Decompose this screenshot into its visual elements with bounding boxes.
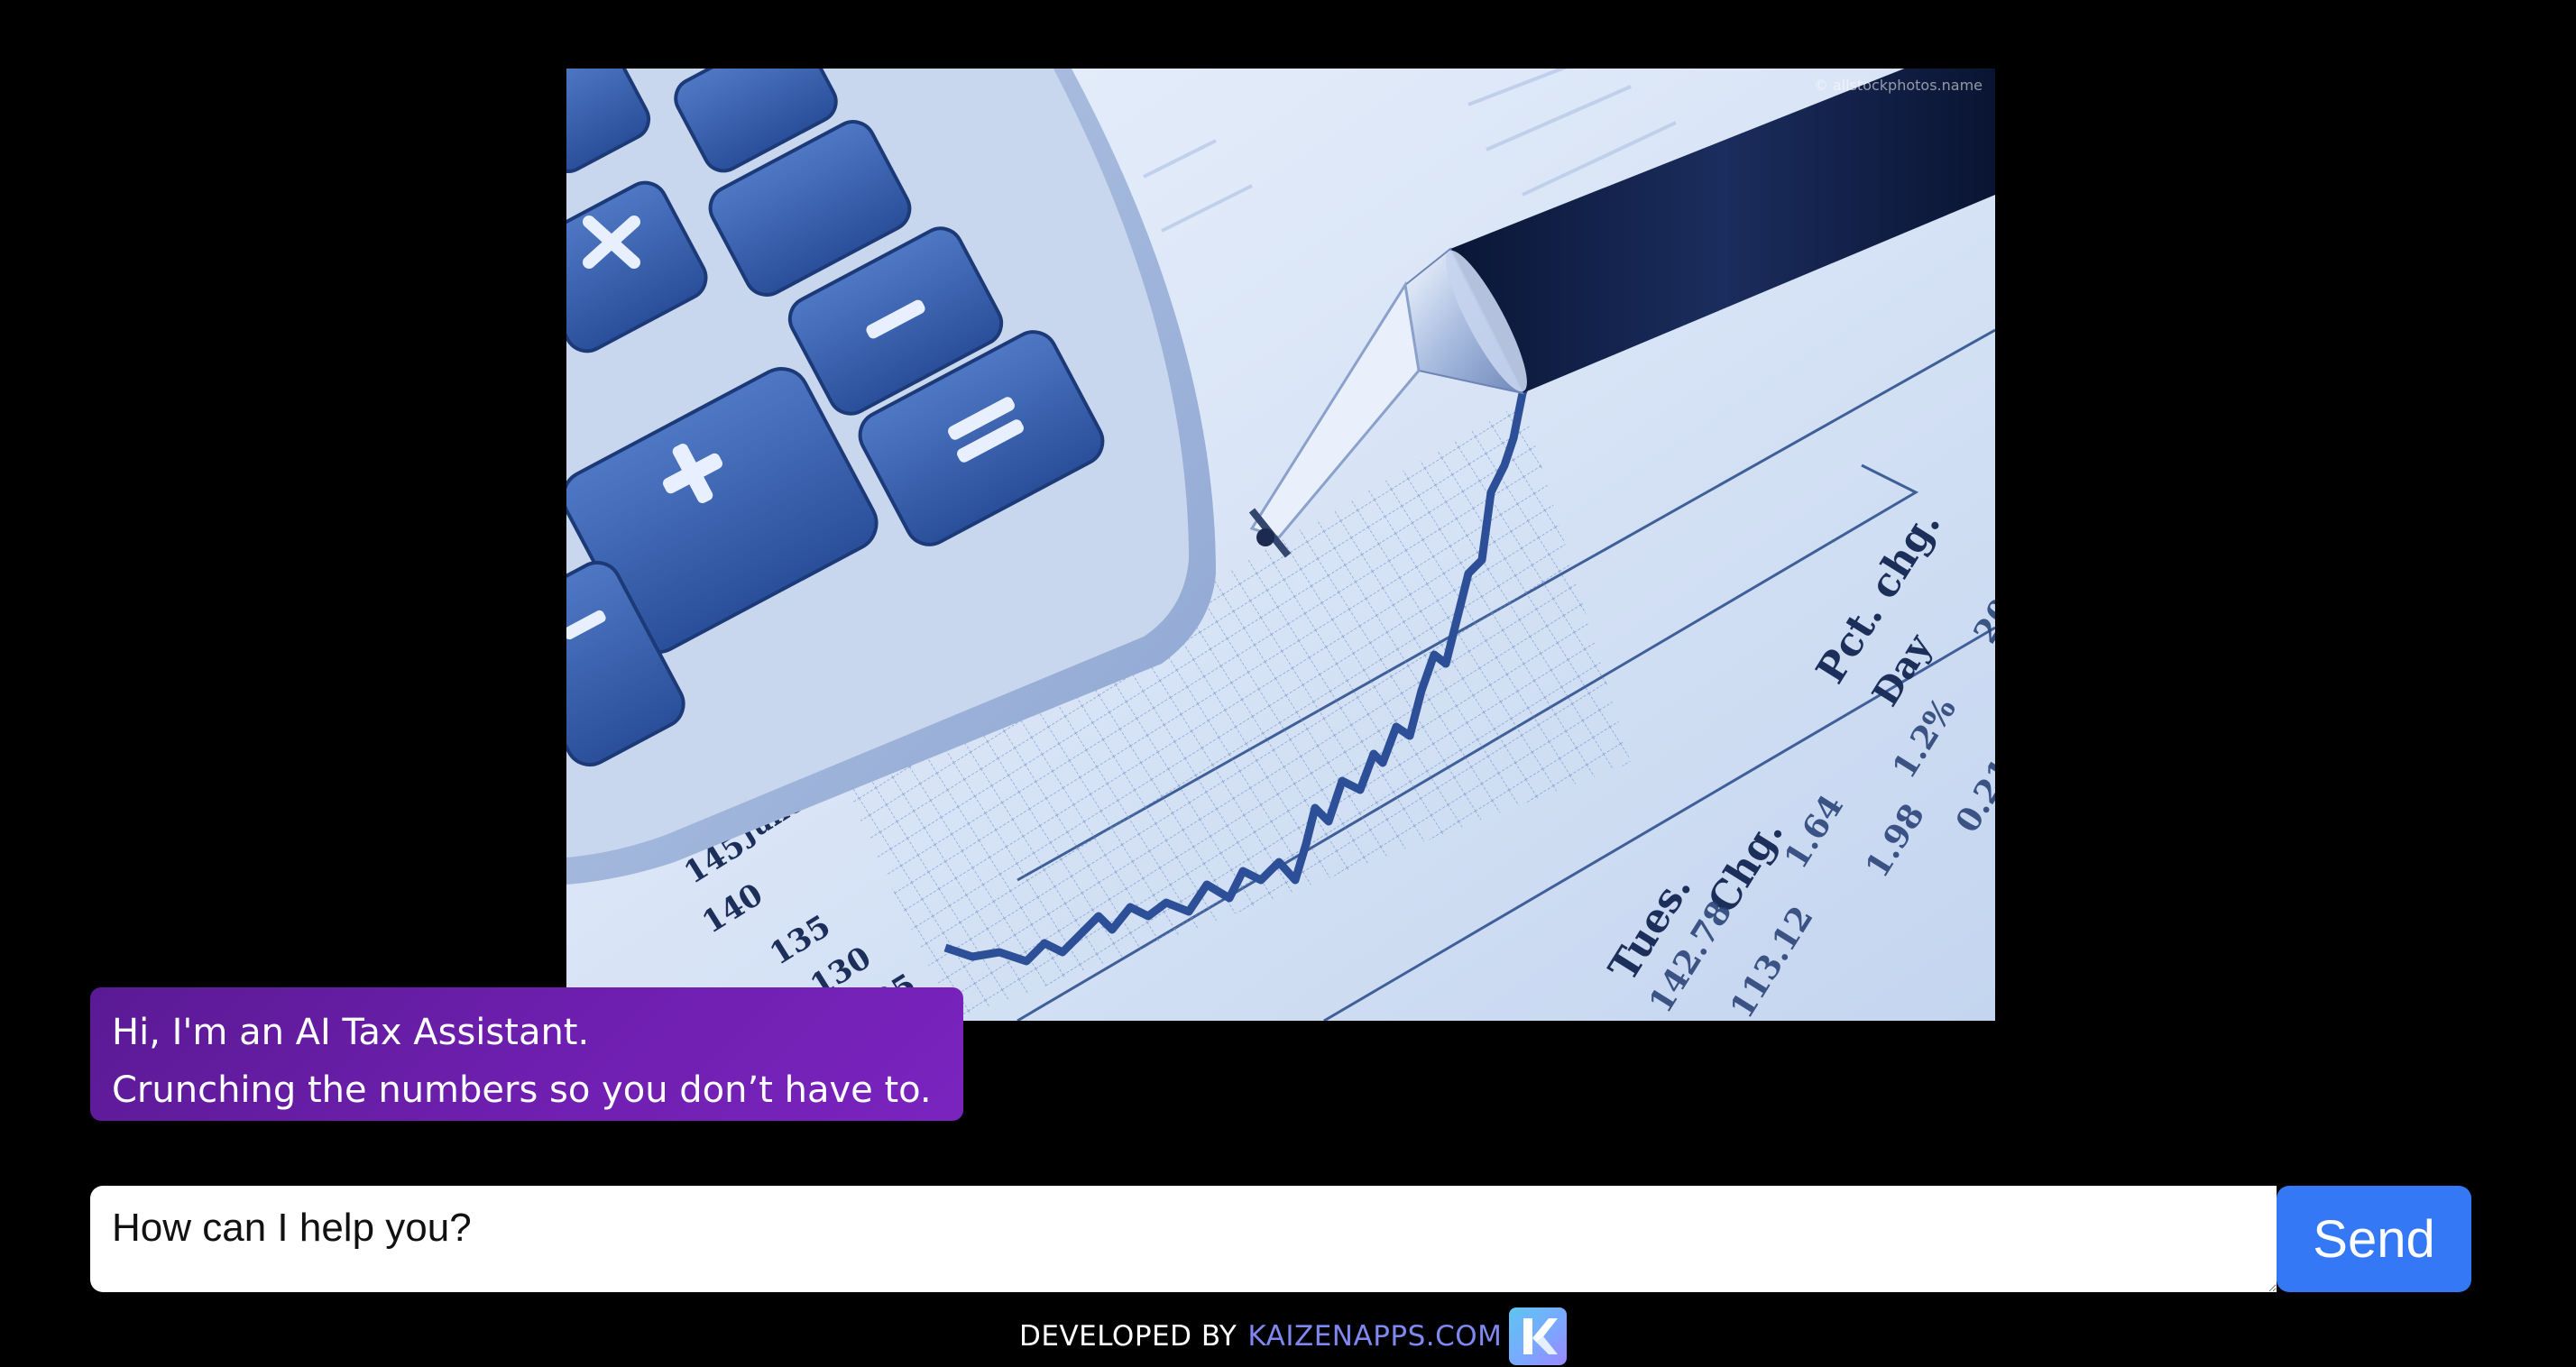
assistant-message-line: Hi, I'm an AI Tax Assistant. xyxy=(112,1012,590,1053)
kaizenapps-link[interactable]: KAIZENAPPS.COM xyxy=(1247,1320,1502,1353)
send-button[interactable]: Send xyxy=(2277,1186,2471,1292)
hero-image: 145 140 135 130 125 June 123.74 Tues. Ch… xyxy=(566,69,1995,1021)
assistant-message-line: Crunching the numbers so you don’t have … xyxy=(112,1069,932,1111)
credit-prefix: DEVELOPED BY xyxy=(1019,1320,1237,1353)
kaizenapps-logo-icon[interactable] xyxy=(1509,1307,1568,1365)
developer-credit: DEVELOPED BY KAIZENAPPS.COM xyxy=(1019,1307,1568,1365)
chat-input[interactable] xyxy=(90,1186,2277,1292)
assistant-message: Hi, I'm an AI Tax Assistant. Crunching t… xyxy=(90,987,963,1121)
app-root: 145 140 135 130 125 June 123.74 Tues. Ch… xyxy=(0,0,2576,1367)
finance-photo: 145 140 135 130 125 June 123.74 Tues. Ch… xyxy=(566,69,1995,1021)
watermark-text: © allstockphotos.name xyxy=(1814,77,1983,94)
